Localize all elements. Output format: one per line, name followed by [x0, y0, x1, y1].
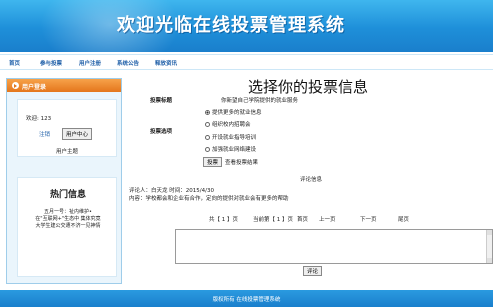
hot-info-item[interactable]: 大学生建公交遭不济一见神情 [18, 222, 118, 229]
scroll-down-icon[interactable] [487, 258, 492, 263]
welcome-text: 欢迎: 123 [26, 116, 52, 122]
options-label: 投票选项 [150, 129, 173, 135]
main-nav: 首页 参与投票 用户注册 系统公告 释放资讯 [0, 54, 493, 70]
pager-first[interactable]: 首页 [297, 215, 308, 223]
user-topic-link[interactable]: 用户主题 [56, 147, 78, 155]
user-center-button[interactable]: 用户中心 [62, 128, 93, 140]
login-title: 用户登录 [22, 84, 47, 91]
option-label: 组织校内招聘会 [212, 122, 251, 128]
comment-textarea[interactable] [175, 229, 493, 264]
radio-icon[interactable] [205, 121, 210, 127]
page-title: 选择你的投票信息 [248, 78, 369, 96]
pager-prev[interactable]: 上一页 [319, 215, 336, 223]
textarea-scrollbar[interactable] [486, 230, 492, 263]
pager-current: 当前第【 1 】页 [253, 217, 293, 223]
scroll-up-icon[interactable] [487, 230, 492, 235]
pager-last[interactable]: 尾页 [398, 215, 409, 223]
comment-submit-button[interactable]: 评论 [303, 266, 323, 276]
vote-button[interactable]: 投票 [203, 157, 223, 167]
nav-vote[interactable]: 参与投票 [40, 59, 62, 67]
radio-icon[interactable] [205, 134, 210, 140]
vote-option[interactable]: 提供更多的就业信息 [205, 108, 262, 116]
vote-option[interactable]: 开设就业指导培训 [205, 133, 256, 141]
topic-label: 投票标题 [150, 98, 173, 104]
nav-news[interactable]: 释放资讯 [155, 59, 177, 67]
vote-option[interactable]: 加强就业网络建设 [205, 145, 256, 153]
hot-info-item[interactable]: 五月一号：祉内维护• [18, 208, 118, 215]
hot-info-item[interactable]: 在"互联网+"生态中 集体究竟 [18, 215, 118, 222]
topic-value: 你新望自己学院提供的就业服务 [221, 98, 299, 104]
vote-option[interactable]: 组织校内招聘会 [205, 120, 251, 128]
hot-info-title: 热门信息 [49, 190, 86, 200]
login-header: 用户登录 [7, 79, 121, 92]
comment-meta: 评论人：白天龙 时间：2015/4/30 [129, 188, 214, 194]
main-content: 选择你的投票信息 投票标题 你新望自己学院提供的就业服务 投票选项 提供更多的就… [124, 72, 493, 288]
pager-total: 共【 1 】页 [209, 217, 238, 223]
site-title: 欢迎光临在线投票管理系统 [117, 15, 345, 36]
nav-announcements[interactable]: 系统公告 [117, 59, 139, 67]
sidebar: 用户登录 欢迎: 123 注销 用户中心 用户主题 热门信息 五月一号：祉内维护… [6, 78, 122, 284]
nav-home[interactable]: 首页 [9, 59, 20, 67]
comments-heading: 评论信息 [300, 177, 323, 183]
footer: 版权所有 在线投票管理系统 [0, 290, 493, 307]
footer-text: 版权所有 在线投票管理系统 [212, 297, 281, 303]
radio-icon[interactable] [205, 146, 210, 152]
option-label: 加强就业网络建设 [212, 147, 257, 153]
logout-link[interactable]: 注销 [39, 130, 50, 138]
hot-info-box: 热门信息 五月一号：祉内维护• 在"互联网+"生态中 集体究竟 大学生建公交遭不… [17, 177, 117, 277]
header-banner: 欢迎光临在线投票管理系统 [0, 0, 493, 52]
radio-checked-icon[interactable] [205, 109, 210, 115]
nav-register[interactable]: 用户注册 [79, 59, 101, 67]
pager-next[interactable]: 下一页 [360, 215, 377, 223]
option-label: 提供更多的就业信息 [212, 110, 262, 116]
user-box: 欢迎: 123 注销 用户中心 用户主题 [17, 99, 117, 157]
view-results-link[interactable]: 查看投票结果 [225, 158, 258, 166]
option-label: 开设就业指导培训 [212, 135, 257, 141]
comment-body: 内容：学校都会和企业有合作，定向的提供对就业会有更多的帮助 [129, 196, 289, 202]
arrow-circle-icon [12, 82, 19, 89]
